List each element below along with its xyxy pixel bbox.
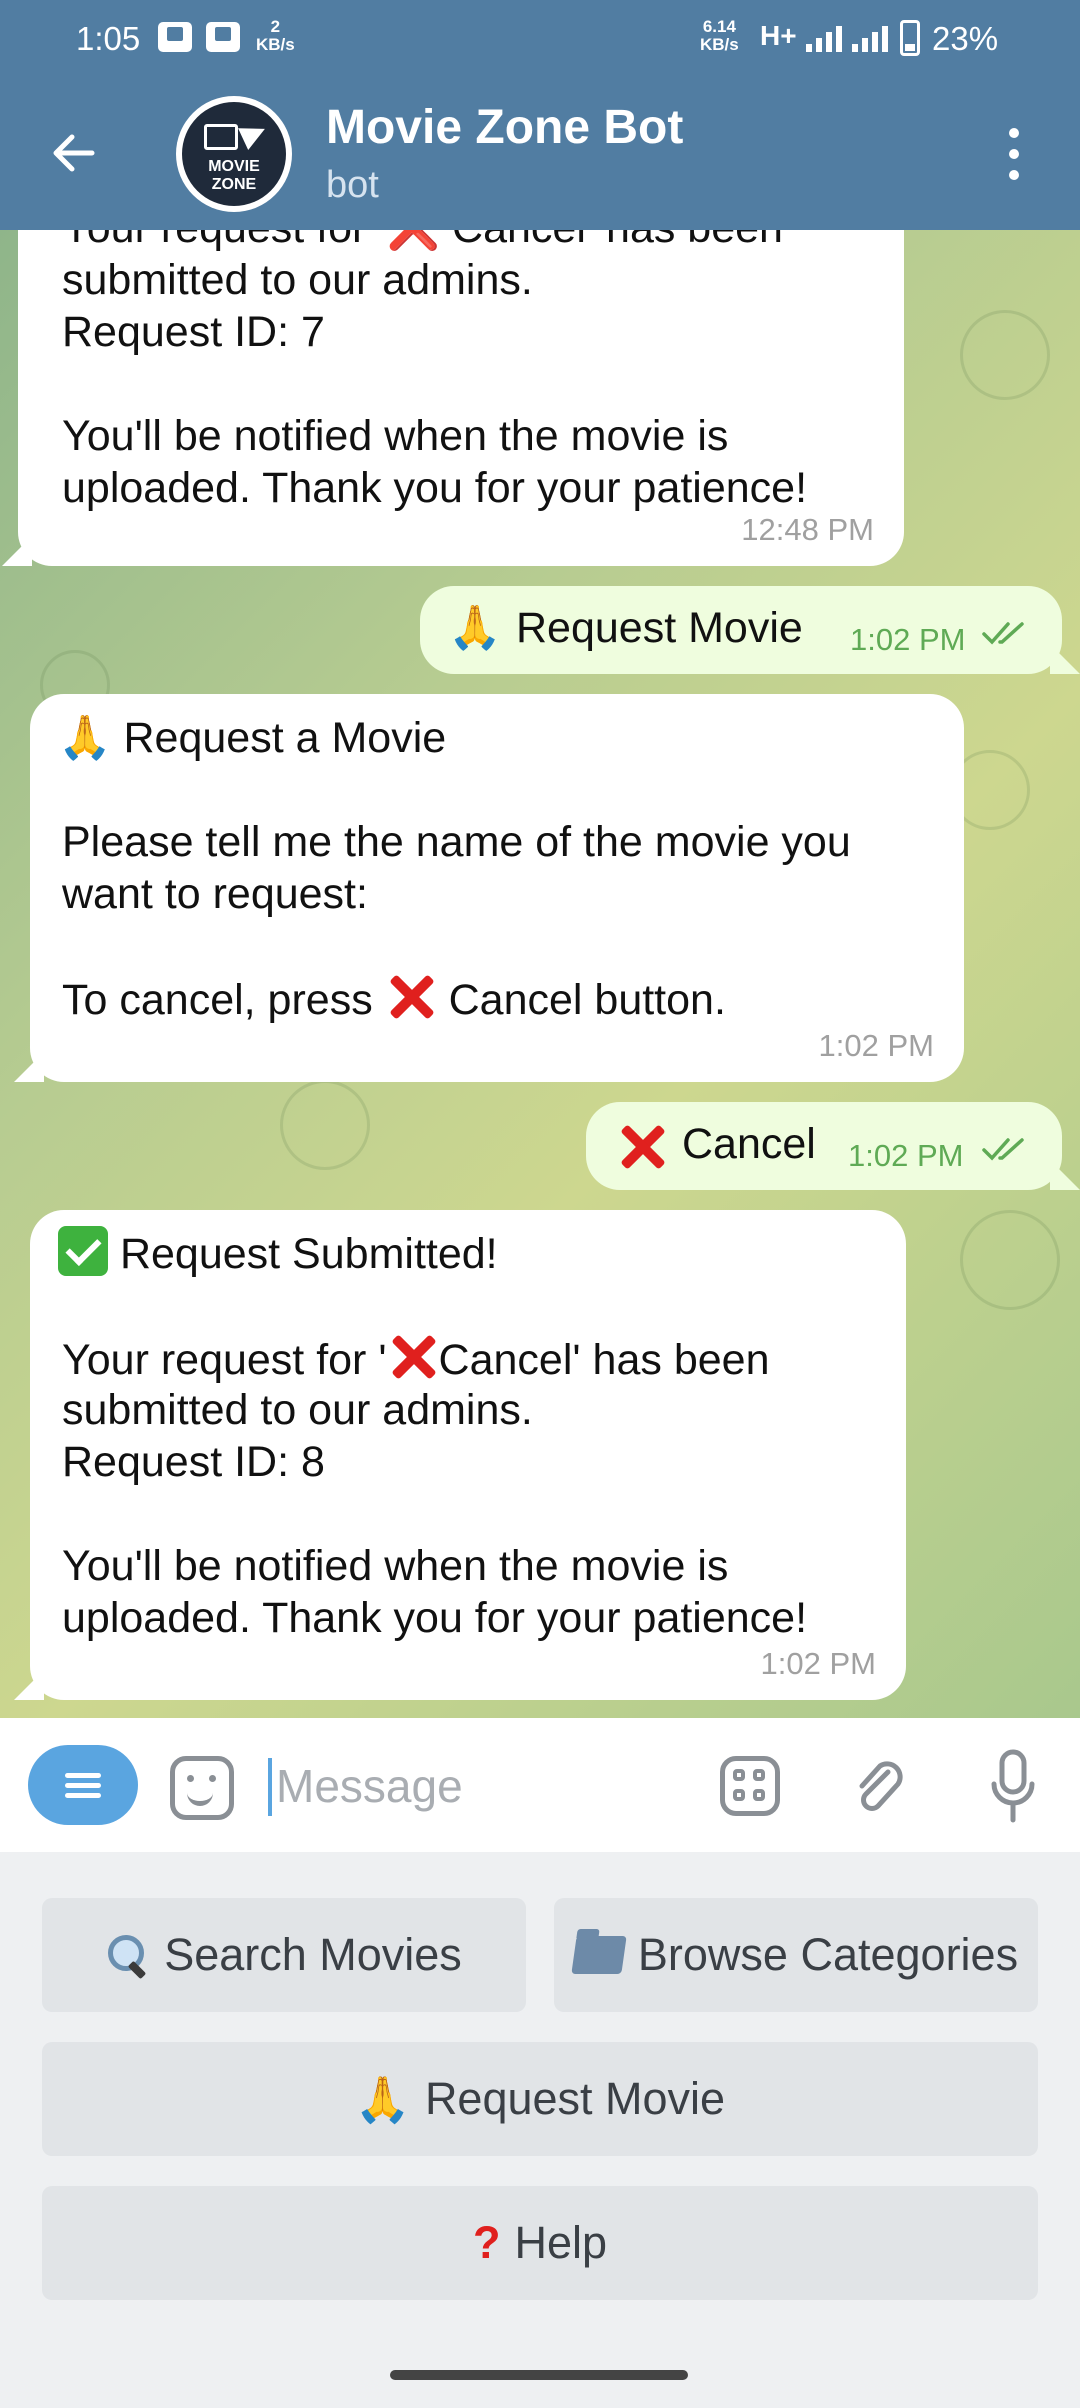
message-line: Your request for ' <box>62 1336 387 1384</box>
message-text: Cancel <box>682 1120 816 1168</box>
search-icon <box>106 1933 150 1977</box>
message-outgoing[interactable]: Cancel 1:02 PM <box>586 1102 1062 1190</box>
message-incoming[interactable]: Your request for '❌ Cancel' has been sub… <box>18 230 904 566</box>
search-movies-label: Search Movies <box>164 1929 462 1980</box>
message-time: 1:02 PM <box>818 1028 934 1063</box>
avatar-text-2: ZONE <box>211 176 257 193</box>
text-cursor <box>268 1758 272 1816</box>
speed-left-unit: KB/s <box>256 35 295 54</box>
network-type: H+ <box>760 20 797 51</box>
notification-icon <box>206 22 240 52</box>
message-line: To cancel, press <box>62 976 373 1024</box>
mic-icon[interactable] <box>990 1748 1036 1826</box>
more-vert-icon[interactable] <box>1000 126 1028 182</box>
battery-percent: 23% <box>932 20 999 57</box>
message-text: Request Movie <box>516 604 803 652</box>
message-incoming[interactable]: 🙏 Request a Movie Please tell me the nam… <box>30 694 964 1082</box>
browse-categories-button[interactable]: Browse Categories <box>554 1898 1038 2012</box>
app-header: 1:05 2 KB/s 6.14 KB/s H+ 23% MOVIE ZONE <box>0 0 1080 230</box>
speed-left: 2 KB/s <box>256 18 295 54</box>
message-line: uploaded. Thank you for your patience! <box>62 1594 808 1642</box>
message-line: Cancel' has been <box>438 1336 770 1384</box>
bot-menu-icon[interactable] <box>28 1745 138 1825</box>
cross-mark-icon <box>385 972 437 1020</box>
message-time: 12:48 PM <box>741 512 874 547</box>
request-movie-button[interactable]: 🙏 Request Movie <box>42 2042 1038 2156</box>
read-check-icon <box>982 622 1024 645</box>
check-mark-icon <box>58 1226 108 1276</box>
bot-keyboard: Search Movies Browse Categories 🙏 Reques… <box>0 1852 1080 2408</box>
request-movie-label: Request Movie <box>424 2073 726 2124</box>
cross-mark-icon <box>616 1122 668 1170</box>
avatar[interactable]: MOVIE ZONE <box>176 96 292 212</box>
message-heading: Request a Movie <box>123 714 447 762</box>
message-composer <box>0 1718 1080 1852</box>
avatar-text-1: MOVIE <box>208 158 260 175</box>
message-line: Please tell me the name of the movie you <box>62 818 851 866</box>
read-check-icon <box>982 1138 1024 1161</box>
message-line: submitted to our admins. <box>62 1386 533 1434</box>
speed-right-value: 6.14 <box>702 17 736 36</box>
signal-icon <box>806 24 842 52</box>
sticker-icon[interactable] <box>170 1756 234 1820</box>
message-line: Request ID: 8 <box>62 1438 325 1486</box>
status-time: 1:05 <box>76 20 141 57</box>
message-time: 1:02 PM <box>760 1646 876 1681</box>
message-time: 1:02 PM <box>850 622 966 657</box>
paper-plane-icon <box>238 118 270 150</box>
battery-icon <box>900 20 920 56</box>
pray-emoji-icon: 🙏 <box>354 2072 411 2126</box>
help-button[interactable]: ? Help <box>42 2186 1038 2300</box>
pray-emoji-icon: 🙏 <box>58 713 112 763</box>
message-time: 1:02 PM <box>848 1138 964 1173</box>
browse-categories-label: Browse Categories <box>637 1929 1019 1980</box>
speed-right-unit: KB/s <box>700 35 739 54</box>
chat-title[interactable]: Movie Zone Bot <box>326 100 683 155</box>
pray-emoji-icon: 🙏 <box>448 603 502 653</box>
message-text: Your request for '❌ Cancel' has been sub… <box>62 230 808 512</box>
message-line: want to request: <box>62 870 368 918</box>
message-outgoing[interactable]: 🙏 Request Movie 1:02 PM <box>420 586 1062 674</box>
signal-icon <box>852 24 888 52</box>
folder-icon <box>571 1936 627 1974</box>
chat-subtitle: bot <box>326 164 379 206</box>
home-indicator[interactable] <box>390 2370 688 2380</box>
message-heading: Request Submitted! <box>119 1230 498 1278</box>
message-input[interactable] <box>276 1754 676 1818</box>
notification-icon <box>158 22 192 52</box>
help-label: Help <box>514 2217 608 2268</box>
chat-area[interactable]: Your request for '❌ Cancel' has been sub… <box>0 230 1080 1718</box>
speed-left-value: 2 <box>270 17 281 36</box>
attach-icon[interactable] <box>850 1758 910 1818</box>
bot-commands-icon[interactable] <box>720 1756 780 1816</box>
speed-right: 6.14 KB/s <box>700 18 739 54</box>
back-arrow-icon[interactable] <box>48 128 98 178</box>
status-bar: 1:05 2 KB/s 6.14 KB/s H+ 23% <box>0 0 1080 78</box>
clapperboard-icon <box>204 124 238 150</box>
question-mark-icon: ? <box>472 2217 501 2268</box>
cross-mark-icon <box>387 1332 439 1380</box>
message-line: You'll be notified when the movie is <box>62 1542 729 1590</box>
search-movies-button[interactable]: Search Movies <box>42 1898 526 2012</box>
message-incoming[interactable]: Request Submitted! Your request for ' Can… <box>30 1210 906 1700</box>
avatar-logo: MOVIE ZONE <box>182 102 286 206</box>
message-line: Cancel button. <box>448 976 726 1024</box>
